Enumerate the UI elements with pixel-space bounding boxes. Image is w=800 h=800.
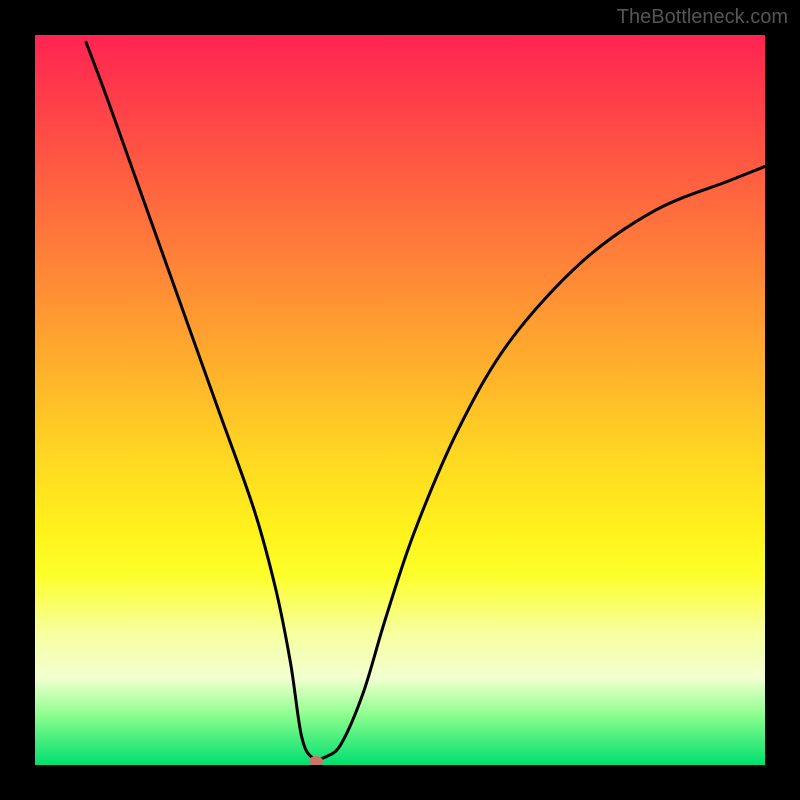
watermark-text: TheBottleneck.com xyxy=(617,6,788,29)
minimum-point-marker xyxy=(309,756,323,765)
bottleneck-curve xyxy=(35,35,765,765)
chart-plot-area xyxy=(35,35,765,765)
